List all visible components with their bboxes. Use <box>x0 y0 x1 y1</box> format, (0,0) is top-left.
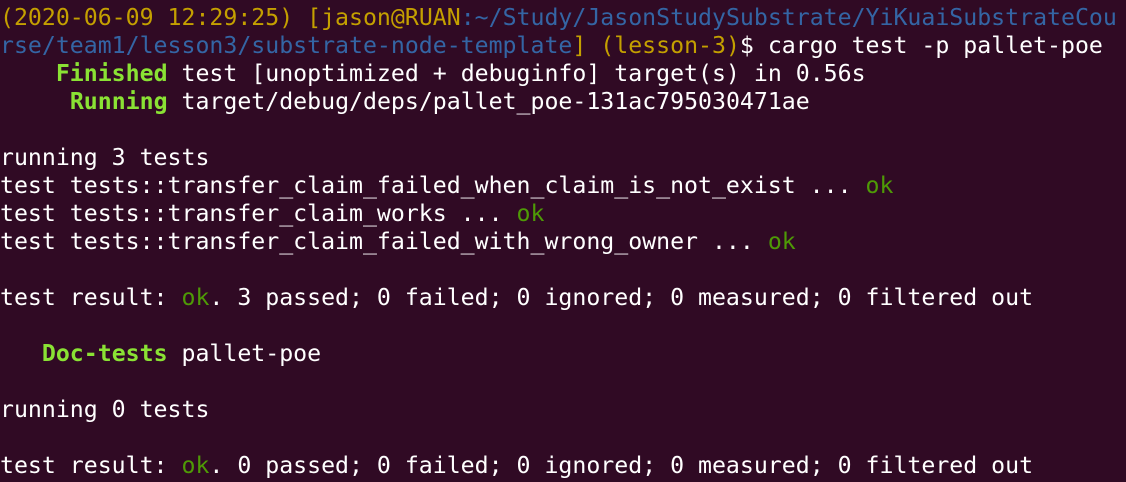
prompt-line-1: (2020-06-09 12:29:25) [jason@RUAN:~/Stud… <box>0 4 1117 32</box>
unit-tests-header: running 3 tests <box>0 144 210 171</box>
doc-test-result-line: test result: ok. 0 passed; 0 failed; 0 i… <box>0 452 1033 480</box>
running-line: Running target/debug/deps/pallet_poe-131… <box>0 88 810 116</box>
result-summary: . 0 passed; 0 failed; 0 ignored; 0 measu… <box>209 452 1034 479</box>
test-line: test tests::transfer_claim_failed_with_w… <box>0 228 796 256</box>
prompt-path-part2: rse/team1/lesson3/substrate-node-templat… <box>0 32 573 59</box>
doc-tests-crate: pallet-poe <box>167 340 322 367</box>
test-line: test tests::transfer_claim_failed_when_c… <box>0 172 893 200</box>
prompt-user-host: jason@RUAN <box>321 4 461 31</box>
prompt-path-part1: :~/Study/JasonStudySubstrate/YiKuaiSubst… <box>460 4 1117 31</box>
test-status: ok <box>516 200 545 227</box>
terminal-window[interactable]: (2020-06-09 12:29:25) [jason@RUAN:~/Stud… <box>0 0 1126 482</box>
running-label: Running <box>69 88 168 115</box>
prompt-line-2: rse/team1/lesson3/substrate-node-templat… <box>0 32 1103 60</box>
result-prefix: test result: <box>0 284 182 311</box>
test-status: ok <box>865 172 894 199</box>
result-summary: . 3 passed; 0 failed; 0 ignored; 0 measu… <box>209 284 1034 311</box>
prompt-open-bracket: [ <box>293 4 322 31</box>
prompt-close-bracket: ] <box>572 32 587 59</box>
prompt-dollar: $ <box>739 32 754 59</box>
result-prefix: test result: <box>0 452 182 479</box>
unit-test-result-line: test result: ok. 3 passed; 0 failed; 0 i… <box>0 284 1033 312</box>
test-status: ok <box>767 228 796 255</box>
result-status: ok <box>181 284 210 311</box>
test-line: test tests::transfer_claim_works ... ok <box>0 200 544 228</box>
test-name: test tests::transfer_claim_works ... <box>0 200 517 227</box>
prompt-branch: (lesson-3) <box>586 32 740 59</box>
command-text: cargo test -p pallet-poe <box>753 32 1103 59</box>
doc-tests-line: Doc-tests pallet-poe <box>0 340 321 368</box>
finished-text: test [unoptimized + debuginfo] target(s)… <box>167 60 866 87</box>
doc-tests-label: Doc-tests <box>41 340 168 367</box>
test-name: test tests::transfer_claim_failed_with_w… <box>0 228 768 255</box>
result-status: ok <box>181 452 210 479</box>
finished-label: Finished <box>55 60 168 87</box>
test-name: test tests::transfer_claim_failed_when_c… <box>0 172 866 199</box>
doc-tests-header: running 0 tests <box>0 396 210 423</box>
running-text: target/debug/deps/pallet_poe-131ac795030… <box>167 88 810 115</box>
finished-line: Finished test [unoptimized + debuginfo] … <box>0 60 866 88</box>
prompt-timestamp: (2020-06-09 12:29:25) <box>0 4 294 31</box>
